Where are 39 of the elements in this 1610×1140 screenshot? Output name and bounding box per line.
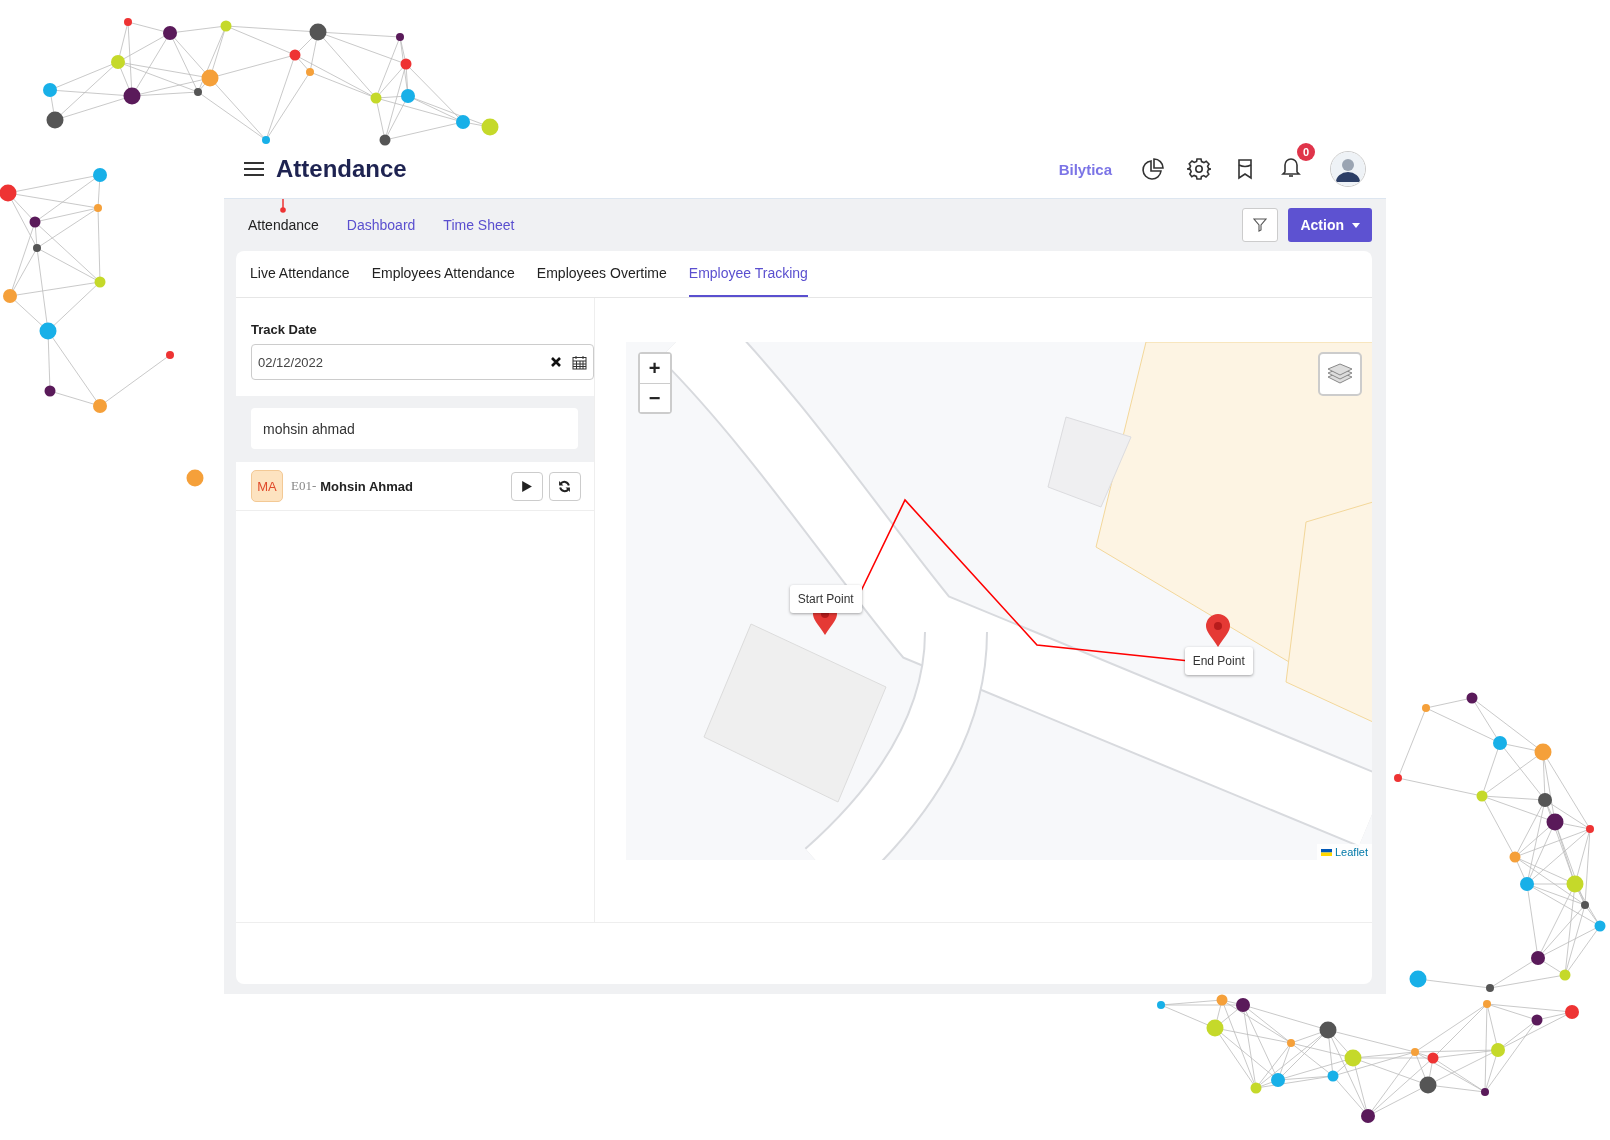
map-pin-icon[interactable] bbox=[1204, 614, 1231, 648]
notification-badge: 0 bbox=[1297, 143, 1315, 161]
filter-icon bbox=[1253, 218, 1268, 232]
search-field[interactable]: mohsin ahmad bbox=[251, 408, 578, 449]
field-label: Track Date bbox=[251, 322, 317, 337]
date-field[interactable]: 02/12/2022 bbox=[251, 344, 594, 380]
page-title: Attendance bbox=[276, 155, 407, 183]
layers-icon bbox=[1327, 363, 1353, 385]
tab[interactable]: Employees Attendance bbox=[371, 251, 515, 297]
play-icon bbox=[520, 479, 534, 493]
avatar-silhouette-icon[interactable] bbox=[1330, 151, 1366, 187]
tab[interactable]: Employee Tracking bbox=[688, 251, 808, 297]
brand-label: Bilytica bbox=[1058, 160, 1112, 178]
settings-icon[interactable] bbox=[1187, 157, 1211, 181]
play-button[interactable] bbox=[510, 471, 543, 501]
marker-tooltip: End Point bbox=[1184, 647, 1253, 675]
layers-button[interactable] bbox=[1318, 352, 1362, 396]
refresh-button[interactable] bbox=[548, 471, 581, 501]
initials-avatar: MA bbox=[251, 470, 283, 502]
pie-chart-icon[interactable] bbox=[1141, 157, 1165, 181]
nav-link[interactable]: Dashboard bbox=[346, 217, 416, 233]
filter-button[interactable] bbox=[1242, 208, 1279, 242]
notification-bell-icon[interactable] bbox=[1279, 155, 1303, 179]
action-button[interactable]: Action bbox=[1288, 208, 1372, 242]
nav-link[interactable]: Time Sheet bbox=[443, 217, 515, 233]
active-marker-icon bbox=[280, 199, 287, 213]
marker-tooltip: Start Point bbox=[789, 585, 862, 613]
tab[interactable]: Employees Overtime bbox=[536, 251, 667, 297]
employee-name: Mohsin Ahmad bbox=[320, 478, 414, 494]
flag-icon bbox=[1320, 848, 1332, 856]
calendar-icon[interactable] bbox=[571, 354, 587, 370]
clear-icon[interactable] bbox=[549, 356, 562, 368]
zoom-out-button[interactable]: − bbox=[639, 383, 670, 412]
menu-icon[interactable] bbox=[244, 162, 264, 176]
caret-icon bbox=[1352, 222, 1360, 228]
employee-code: E01- bbox=[291, 478, 317, 494]
tab[interactable]: Live Attendance bbox=[250, 251, 350, 297]
refresh-icon bbox=[558, 479, 572, 493]
nav-link[interactable]: Attendance bbox=[248, 217, 319, 233]
